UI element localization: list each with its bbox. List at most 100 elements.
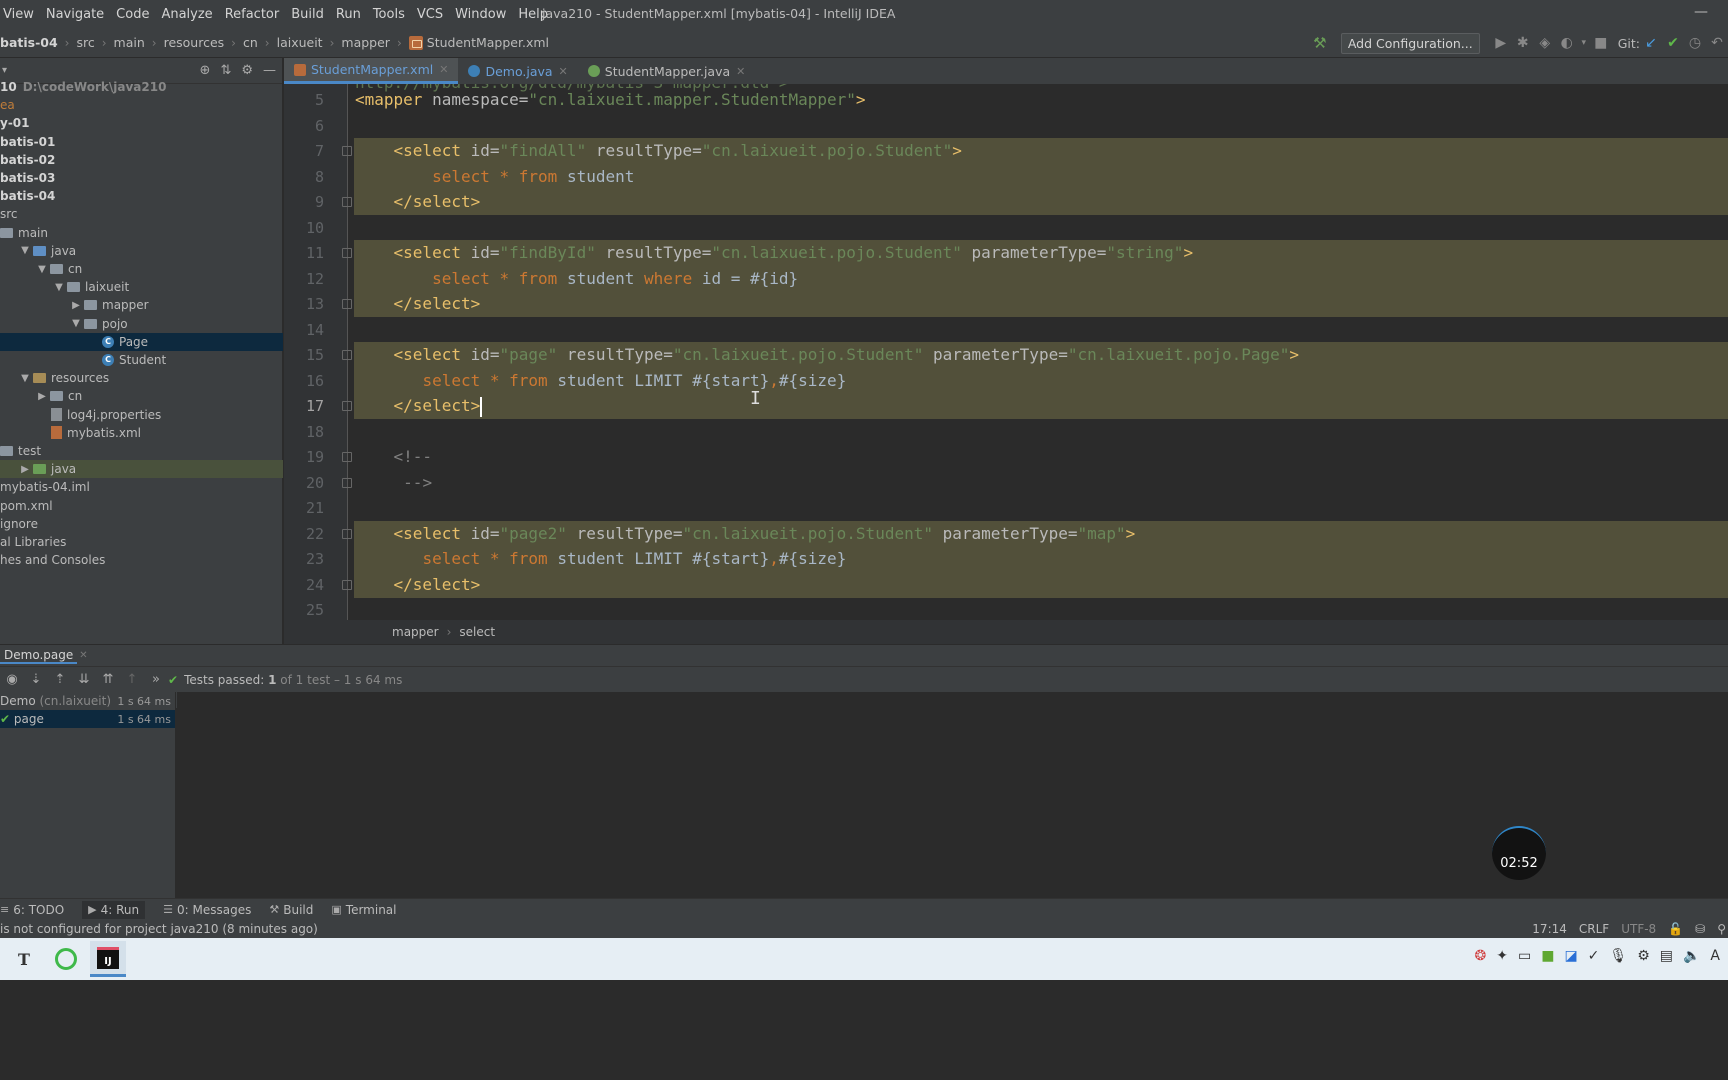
project-tree-item[interactable]: ▶ java <box>0 460 283 479</box>
crumb-main[interactable]: main <box>114 35 145 50</box>
expand-all-icon[interactable]: ⇊ <box>72 672 96 687</box>
crumb-laixueit[interactable]: laixueit <box>277 35 323 50</box>
crumb-cn[interactable]: cn <box>243 35 258 50</box>
code-editor[interactable]: 5678910111213141516171819202122232425 ht… <box>284 84 1728 620</box>
project-tree-item[interactable]: batis-01 <box>0 133 283 151</box>
taskbar-intellij[interactable]: IJ <box>90 941 126 977</box>
network-icon[interactable]: ▤ <box>1660 948 1673 964</box>
taskbar-wechat[interactable] <box>48 941 84 977</box>
project-tree-item[interactable]: mybatis-04.iml <box>0 478 283 496</box>
project-tree-item[interactable]: mybatis.xml <box>0 424 283 442</box>
coverage-icon[interactable]: ◈ <box>1534 35 1556 51</box>
fold-marker-icon[interactable] <box>342 579 352 590</box>
menu-vcs[interactable]: VCS <box>417 7 443 22</box>
more-icon[interactable]: » <box>144 672 168 687</box>
project-tree-item[interactable]: ▶ mapper <box>0 296 283 314</box>
project-tree-item[interactable]: al Libraries <box>0 533 283 551</box>
volume-icon[interactable]: 🔈 <box>1683 948 1700 964</box>
project-tree-item[interactable]: ignore <box>0 515 283 533</box>
close-icon[interactable]: ✕ <box>736 65 745 78</box>
menu-code[interactable]: Code <box>116 7 149 22</box>
collapse-all-icon[interactable]: ⇈ <box>96 672 120 687</box>
close-icon[interactable]: ✕ <box>79 650 87 661</box>
tray-check-icon[interactable]: ✓ <box>1588 948 1600 964</box>
fold-marker-icon[interactable] <box>342 299 352 309</box>
add-configuration-button[interactable]: Add Configuration... <box>1340 32 1480 54</box>
project-tree-item[interactable]: src <box>0 205 283 223</box>
menu-analyze[interactable]: Analyze <box>161 7 212 22</box>
project-tree-item[interactable]: batis-03 <box>0 169 283 187</box>
tray-nvidia-icon[interactable]: ■ <box>1541 948 1554 964</box>
minimize-icon[interactable]: — <box>1694 4 1708 20</box>
project-tree-item[interactable]: ▼ resources <box>0 369 283 387</box>
file-encoding[interactable]: UTF-8 <box>1621 922 1656 936</box>
crumb-file[interactable]: StudentMapper.xml <box>408 35 549 50</box>
project-tree-item[interactable]: ▶ cn <box>0 387 283 405</box>
hide-icon[interactable]: — <box>263 63 276 78</box>
fold-marker-icon[interactable] <box>342 477 352 488</box>
toolwindow-messages[interactable]: ☰ 0: Messages <box>163 903 251 917</box>
test-case-row[interactable]: ✔ page 1 s 64 ms <box>0 710 175 728</box>
toggle-passed-icon[interactable]: ◉ <box>0 672 24 687</box>
tray-display-icon[interactable]: ▭ <box>1518 948 1531 964</box>
fold-marker-icon[interactable] <box>342 528 352 539</box>
menu-build[interactable]: Build <box>291 7 324 22</box>
build-hammer-icon[interactable]: ⚒ <box>1309 34 1331 52</box>
tray-pin-icon[interactable]: ✦ <box>1496 948 1508 964</box>
locate-icon[interactable]: ⊕ <box>200 63 211 78</box>
gear-icon[interactable]: ⚙ <box>241 63 253 78</box>
chevron-down-icon[interactable]: ▼ <box>68 318 84 329</box>
stop-icon[interactable]: ■ <box>1590 35 1612 51</box>
breadcrumb-mapper[interactable]: mapper <box>392 625 439 639</box>
tray-app-icon[interactable]: ❂ <box>1475 948 1487 964</box>
chevron-right-icon[interactable]: ▶ <box>34 391 50 402</box>
run-icon[interactable]: ▶ <box>1490 35 1512 51</box>
fold-marker-icon[interactable] <box>342 401 352 411</box>
project-tree-item[interactable]: main <box>0 224 283 242</box>
close-icon[interactable]: ✕ <box>559 65 568 78</box>
project-tree-item[interactable]: log4j.properties <box>0 406 283 424</box>
project-tree-item[interactable]: batis-02 <box>0 151 283 169</box>
git-branch-icon[interactable]: ⚲ <box>1717 922 1726 936</box>
tray-settings-icon[interactable]: ⚙ <box>1637 948 1650 964</box>
project-tree-item[interactable]: C Student <box>0 351 283 369</box>
toolwindow-run[interactable]: ▶ 4: Run <box>82 900 146 919</box>
crumb-module[interactable]: batis-04 <box>0 35 58 50</box>
previous-failed-icon[interactable]: ↑ <box>120 672 144 687</box>
fold-marker-icon[interactable] <box>342 248 352 258</box>
line-separator[interactable]: CRLF <box>1579 922 1609 936</box>
history-icon[interactable]: ◷ <box>1684 35 1706 51</box>
tab-demo-java[interactable]: Demo.java ✕ <box>458 58 577 84</box>
lock-icon[interactable]: 🔓 <box>1668 922 1683 936</box>
project-tree-item[interactable]: batis-04 <box>0 187 283 205</box>
toolwindow-terminal[interactable]: ▣ Terminal <box>331 903 396 917</box>
close-icon[interactable]: ✕ <box>439 63 448 76</box>
crumb-mapper[interactable]: mapper <box>341 35 390 50</box>
dropdown-icon[interactable]: ▾ <box>2 65 7 76</box>
project-tree-item[interactable]: test <box>0 442 283 460</box>
run-tab-demo-page[interactable]: Demo.page <box>0 648 78 664</box>
crumb-resources[interactable]: resources <box>164 35 225 50</box>
menu-run[interactable]: Run <box>336 7 361 22</box>
sort-duration-icon[interactable]: ⇡ <box>48 672 72 687</box>
project-tree-item[interactable]: pom.xml <box>0 497 283 515</box>
chevron-down-icon[interactable]: ▼ <box>17 245 33 256</box>
chevron-down-icon[interactable]: ▼ <box>34 264 50 275</box>
project-tree-item[interactable]: hes and Consoles <box>0 551 283 569</box>
project-tree-item[interactable]: ▼ laixueit <box>0 278 283 296</box>
breadcrumb-select[interactable]: select <box>459 625 495 639</box>
project-tree-item[interactable]: ▼ cn <box>0 260 283 278</box>
status-message[interactable]: is not configured for project java210 (8… <box>0 922 318 936</box>
chevron-right-icon[interactable]: ▶ <box>17 464 33 475</box>
tray-app2-icon[interactable]: ◪ <box>1564 948 1577 964</box>
caret-position[interactable]: 17:14 <box>1532 922 1567 936</box>
git-update-icon[interactable]: ↙ <box>1640 35 1662 51</box>
project-tree-item[interactable]: ▼ java <box>0 242 283 260</box>
test-suite-row[interactable]: Demo (cn.laixueit) 1 s 64 ms <box>0 692 175 710</box>
menu-refactor[interactable]: Refactor <box>225 7 280 22</box>
git-commit-icon[interactable]: ✔ <box>1662 35 1684 51</box>
menu-navigate[interactable]: Navigate <box>46 7 104 22</box>
rollback-icon[interactable]: ↶ <box>1706 35 1728 51</box>
fold-marker-icon[interactable] <box>342 350 352 360</box>
input-method-icon[interactable]: A <box>1710 948 1720 964</box>
